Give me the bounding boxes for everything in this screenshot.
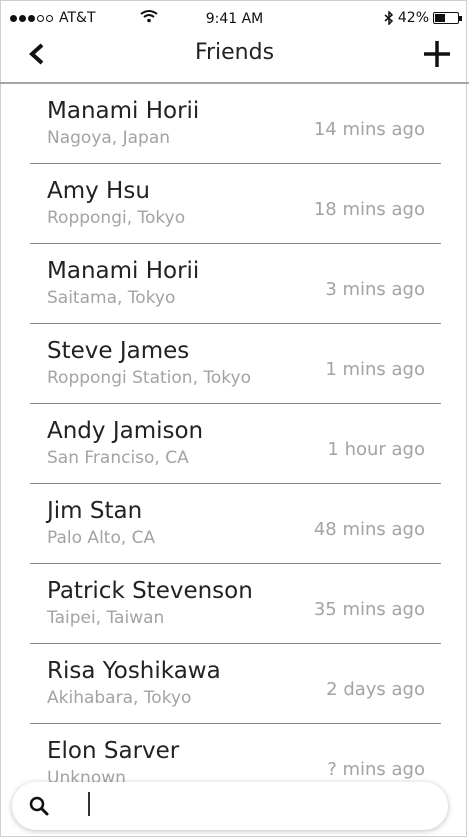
friend-name: Jim Stan: [47, 498, 143, 524]
friend-name: Manami Horii: [47, 98, 200, 124]
friend-last-seen: 48 mins ago: [313, 519, 425, 540]
friend-row[interactable]: Jim Stan Palo Alto, CA 48 mins ago: [30, 484, 441, 564]
friend-location: Akihabara, Tokyo: [47, 688, 192, 708]
friend-last-seen: ? mins ago: [327, 759, 425, 780]
friend-row[interactable]: Patrick Stevenson Taipei, Taiwan 35 mins…: [30, 564, 441, 644]
friend-last-seen: 1 hour ago: [327, 439, 425, 460]
text-cursor: [88, 792, 90, 816]
friend-location: Roppongi Station, Tokyo: [47, 368, 251, 388]
page-title: Friends: [194, 40, 275, 65]
friend-last-seen: 18 mins ago: [313, 199, 425, 220]
friend-location: San Franciso, CA: [47, 448, 189, 468]
battery-icon: [433, 12, 462, 24]
friend-last-seen: 35 mins ago: [313, 599, 425, 620]
friend-name: Amy Hsu: [47, 178, 150, 204]
bluetooth-icon: [384, 11, 393, 25]
friend-name: Risa Yoshikawa: [47, 658, 221, 684]
friend-name: Steve James: [47, 338, 190, 364]
friend-row[interactable]: Risa Yoshikawa Akihabara, Tokyo 2 days a…: [30, 644, 441, 724]
friend-row[interactable]: Andy Jamison San Franciso, CA 1 hour ago: [30, 404, 441, 484]
friend-name: Patrick Stevenson: [47, 578, 253, 604]
friend-name: Andy Jamison: [47, 418, 204, 444]
friend-last-seen: 1 mins ago: [325, 359, 425, 380]
friend-last-seen: 3 mins ago: [325, 279, 425, 300]
friend-name: Manami Horii: [47, 258, 200, 284]
friend-location: Roppongi, Tokyo: [47, 208, 186, 228]
nav-bar: Friends: [0, 28, 469, 84]
search-input[interactable]: [84, 792, 428, 822]
add-friend-plus-icon[interactable]: [419, 36, 455, 72]
friend-location: Saitama, Tokyo: [47, 288, 176, 308]
friend-row[interactable]: Manami Horii Saitama, Tokyo 3 mins ago: [30, 244, 441, 324]
friends-list: Manami Horii Nagoya, Japan 14 mins ago A…: [0, 84, 469, 804]
friend-last-seen: 14 mins ago: [313, 119, 425, 140]
friend-row[interactable]: Steve James Roppongi Station, Tokyo 1 mi…: [30, 324, 441, 404]
friend-row[interactable]: Amy Hsu Roppongi, Tokyo 18 mins ago: [30, 164, 441, 244]
search-bar: [12, 782, 448, 830]
friend-location: Nagoya, Japan: [47, 128, 171, 148]
search-icon: [29, 796, 49, 816]
status-right: 42%: [384, 10, 462, 26]
friend-row[interactable]: Manami Horii Nagoya, Japan 14 mins ago: [30, 84, 441, 164]
friend-location: Taipei, Taiwan: [47, 608, 165, 628]
friend-name: Elon Sarver: [47, 738, 180, 764]
battery-percent: 42%: [397, 10, 429, 26]
friend-last-seen: 2 days ago: [326, 679, 425, 700]
friend-location: Palo Alto, CA: [47, 528, 156, 548]
